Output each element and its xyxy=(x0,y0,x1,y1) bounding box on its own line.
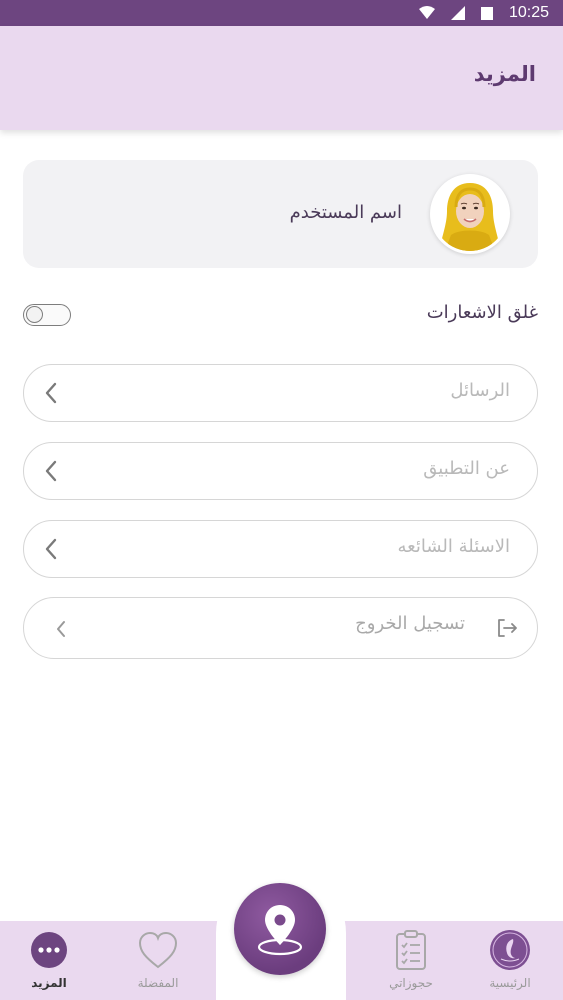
user-avatar-image xyxy=(433,177,507,251)
clipboard-checklist-icon xyxy=(396,930,426,970)
notifications-toggle[interactable] xyxy=(23,304,71,326)
nav-item-favorites[interactable]: المفضلة xyxy=(113,921,203,1000)
nav-item-home[interactable]: الرئيسية xyxy=(465,921,555,1000)
menu-item-label: الرسائل xyxy=(450,380,510,401)
nav-item-bookings[interactable]: حجوزاتي xyxy=(366,921,456,1000)
menu-item-label: تسجيل الخروج xyxy=(355,613,465,634)
menu-item-messages[interactable]: الرسائل xyxy=(23,364,538,422)
profile-card[interactable]: اسم المستخدم xyxy=(23,160,538,268)
toggle-knob xyxy=(26,306,43,323)
menu-item-logout[interactable]: تسجيل الخروج xyxy=(23,597,538,659)
home-logo-icon xyxy=(490,930,530,970)
signal-icon xyxy=(450,6,465,20)
map-location-button[interactable] xyxy=(234,883,326,975)
status-bar: 10:25 xyxy=(0,0,563,26)
chevron-left-icon xyxy=(45,538,57,560)
menu-item-label: عن التطبيق xyxy=(423,458,510,479)
chevron-left-icon xyxy=(45,382,57,404)
notifications-row: غلق الاشعارات xyxy=(23,300,538,330)
chevron-left-icon xyxy=(57,621,65,637)
avatar[interactable] xyxy=(430,174,510,254)
location-pin-icon xyxy=(257,905,303,956)
heart-icon xyxy=(138,931,178,969)
menu-item-label: الاسئلة الشائعه xyxy=(397,536,510,557)
nav-label: حجوزاتي xyxy=(389,976,433,990)
page-title: المزيد xyxy=(473,62,536,86)
nav-label: الرئيسية xyxy=(489,976,531,990)
wifi-icon xyxy=(418,6,435,19)
battery-icon xyxy=(480,7,493,20)
notifications-label: غلق الاشعارات xyxy=(426,302,538,323)
status-time: 10:25 xyxy=(508,4,549,21)
username: اسم المستخدم xyxy=(289,202,402,223)
more-dots-icon xyxy=(31,932,67,968)
nav-item-more[interactable]: المزيد xyxy=(4,921,94,1000)
nav-label: المفضلة xyxy=(137,976,179,990)
logout-icon xyxy=(498,619,517,637)
menu-item-faq[interactable]: الاسئلة الشائعه xyxy=(23,520,538,578)
app-bar: المزيد xyxy=(0,26,563,130)
chevron-left-icon xyxy=(45,460,57,482)
nav-label: المزيد xyxy=(31,976,67,990)
menu-item-about[interactable]: عن التطبيق xyxy=(23,442,538,500)
